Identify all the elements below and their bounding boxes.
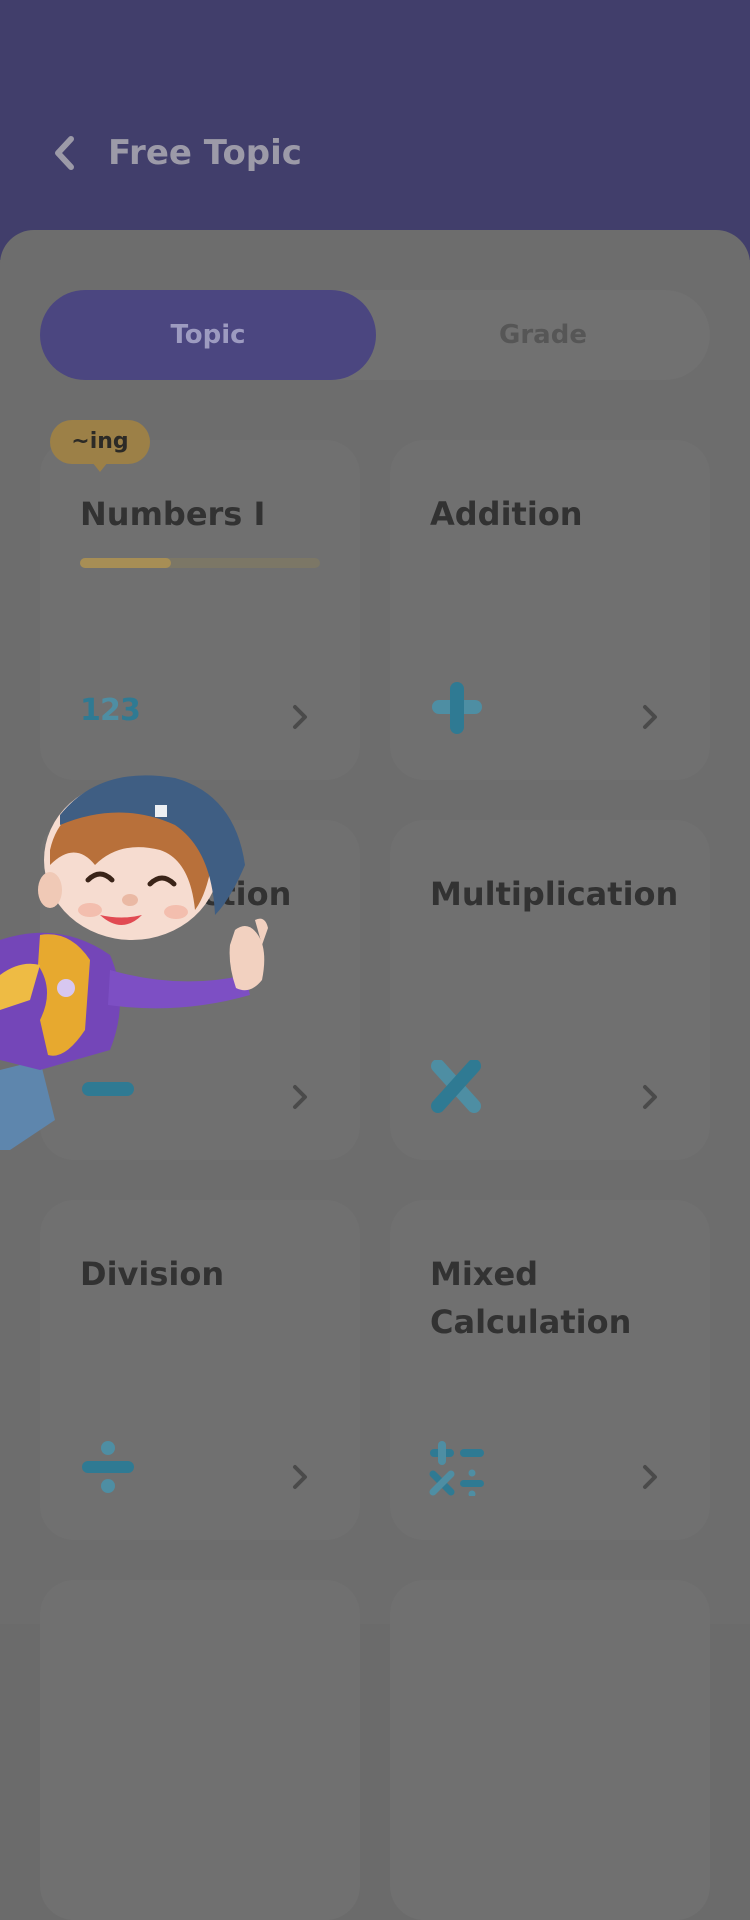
numbers-123-icon: 1 2 3 [80,693,141,728]
topic-card-division[interactable]: Division [40,1200,360,1540]
topic-card-partial[interactable] [40,1580,360,1920]
tab-grade[interactable]: Grade [376,290,710,380]
progress-fill [80,558,172,568]
svg-text:3: 3 [120,693,141,728]
chevron-right-icon [293,1465,307,1489]
top-app-bar: Free Topic [0,0,750,260]
chevron-left-icon [55,136,74,170]
topic-card-partial[interactable] [390,1580,710,1920]
card-title: Division [80,1255,225,1293]
chevron-right-icon [293,705,307,729]
mascot-character-illustration [0,775,268,1150]
topic-card-multiplication[interactable]: Multiplication [390,820,710,1160]
chevron-right-icon [643,705,657,729]
svg-text:2: 2 [100,693,121,728]
in-progress-badge: ~ing [50,420,150,472]
tab-switcher: Topic Grade [40,290,710,380]
chevron-right-icon [643,1085,657,1109]
progress-bar [80,558,320,568]
plus-icon [432,682,482,734]
card-title: Multiplication [430,875,679,913]
card-title: Mixed Calculation [430,1255,632,1341]
chevron-right-icon [643,1465,657,1489]
topic-card-addition[interactable]: Addition [390,440,710,780]
tab-topic[interactable]: Topic [40,290,376,380]
mixed-operations-icon [429,1441,484,1496]
card-title: Addition [430,495,583,533]
svg-text:1: 1 [80,693,101,728]
topic-card-numbers[interactable]: Numbers I 1 2 3 [40,440,360,780]
page-title: Free Topic [108,133,302,173]
back-button[interactable] [44,128,84,178]
multiply-icon [431,1060,481,1113]
divide-icon [82,1441,134,1493]
topic-card-mixed-calculation[interactable]: Mixed Calculation [390,1200,710,1540]
card-title: Numbers I [80,495,266,533]
